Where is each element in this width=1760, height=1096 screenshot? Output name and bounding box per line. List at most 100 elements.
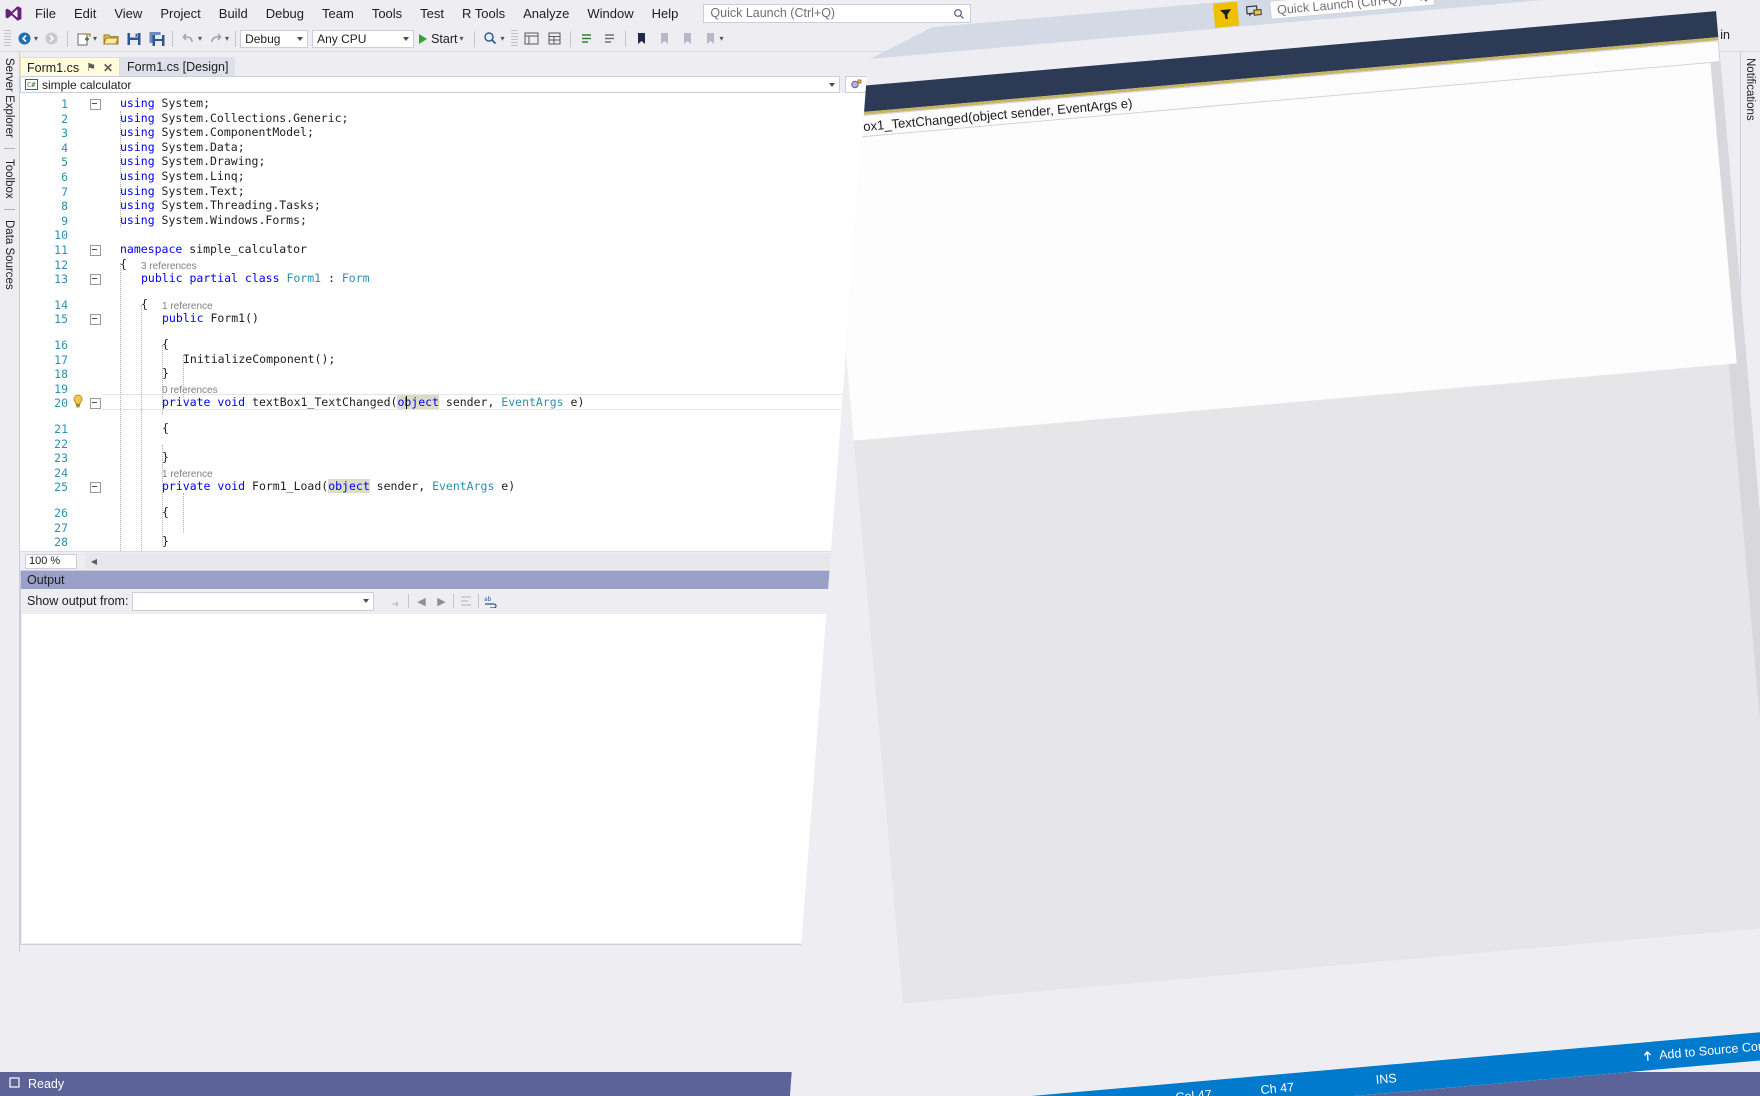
code-line[interactable]: using System;	[120, 97, 210, 110]
tab-form1-cs-design[interactable]: Form1.cs [Design]	[120, 57, 235, 77]
code-token: using	[120, 213, 155, 227]
outlining-collapse-toggle[interactable]	[90, 99, 101, 110]
code-line[interactable]: public partial class Form1 : Form	[141, 272, 370, 285]
pin-icon[interactable]: ⚑	[86, 61, 96, 74]
code-token: {	[120, 257, 127, 271]
navigate-forward-icon[interactable]	[41, 28, 62, 49]
menu-file[interactable]: File	[26, 3, 65, 24]
start-dropdown-icon[interactable]: ▾	[459, 34, 463, 43]
new-project-icon[interactable]	[73, 28, 94, 49]
menu-rtools[interactable]: R Tools	[453, 3, 514, 24]
uncomment-icon[interactable]	[599, 28, 620, 49]
show-output-from-combo[interactable]	[132, 592, 374, 611]
undo-dropdown-icon[interactable]: ▾	[198, 34, 202, 43]
toolbar-grip[interactable]	[511, 30, 518, 47]
menu-help[interactable]: Help	[643, 3, 688, 24]
open-file-icon[interactable]	[100, 28, 121, 49]
navigate-backward-icon[interactable]	[14, 28, 35, 49]
quick-actions-lightbulb-icon[interactable]	[72, 394, 84, 411]
code-line[interactable]: {	[120, 258, 127, 271]
code-line[interactable]: private void textBox1_TextChanged(object…	[162, 396, 584, 409]
properties-window-icon[interactable]	[544, 28, 565, 49]
line-number: 5	[32, 155, 68, 169]
outlining-collapse-toggle[interactable]	[90, 314, 101, 325]
redo-dropdown-icon[interactable]: ▾	[225, 34, 229, 43]
undo-icon[interactable]	[178, 28, 199, 49]
code-line[interactable]: using System.Text;	[120, 185, 245, 198]
go-to-previous-icon[interactable]: ◀	[413, 593, 429, 609]
close-icon[interactable]: ✕	[103, 61, 113, 75]
sidebar-tab-toolbox[interactable]: Toolbox	[0, 153, 18, 205]
line-number: 4	[32, 141, 68, 155]
code-line[interactable]: using System.Linq;	[120, 170, 245, 183]
code-line[interactable]: using System.Threading.Tasks;	[120, 199, 321, 212]
code-line[interactable]: private void Form1_Load(object sender, E…	[162, 480, 515, 493]
previous-bookmark-icon[interactable]	[654, 28, 675, 49]
toggle-word-wrap-icon[interactable]: ab	[483, 593, 499, 609]
code-line[interactable]: public Form1()	[162, 312, 259, 325]
code-line[interactable]: }	[162, 451, 169, 464]
menu-analyze[interactable]: Analyze	[514, 3, 578, 24]
bookmark-icon[interactable]	[631, 28, 652, 49]
solution-platform-combo[interactable]: Any CPU	[312, 30, 414, 48]
go-to-next-icon[interactable]: ▶	[433, 593, 449, 609]
menu-test[interactable]: Test	[411, 3, 453, 24]
code-line[interactable]: {	[162, 506, 169, 519]
code-line[interactable]: using System.ComponentModel;	[120, 126, 314, 139]
outlining-collapse-toggle[interactable]	[90, 398, 101, 409]
filter-icon[interactable]	[1213, 2, 1239, 28]
menu-view[interactable]: View	[105, 3, 151, 24]
code-line[interactable]: namespace simple_calculator	[120, 243, 307, 256]
menu-team[interactable]: Team	[313, 3, 363, 24]
line-number: 17	[32, 353, 68, 367]
code-line[interactable]: {	[162, 422, 169, 435]
code-line[interactable]: {	[162, 338, 169, 351]
next-bookmark-icon[interactable]	[677, 28, 698, 49]
menu-tools[interactable]: Tools	[363, 3, 411, 24]
code-line[interactable]: InitializeComponent();	[183, 353, 335, 366]
quick-launch-input[interactable]: Quick Launch (Ctrl+Q)	[703, 4, 971, 23]
toolbar-grip[interactable]	[4, 30, 11, 47]
code-token: Form1()	[204, 311, 259, 325]
comment-icon[interactable]	[576, 28, 597, 49]
code-line[interactable]: }	[162, 367, 169, 380]
clear-bookmarks-icon[interactable]	[700, 28, 721, 49]
code-line[interactable]: {	[141, 298, 148, 311]
code-line[interactable]: }	[162, 535, 169, 548]
sidebar-tab-data-sources[interactable]: Data Sources	[0, 214, 18, 296]
outlining-collapse-toggle[interactable]	[90, 274, 101, 285]
solution-explorer-icon[interactable]	[521, 28, 542, 49]
save-all-icon[interactable]	[146, 28, 167, 49]
solution-configuration-combo[interactable]: Debug	[240, 30, 308, 48]
code-line[interactable]: using System.Windows.Forms;	[120, 214, 307, 227]
auto-scroll-icon[interactable]	[388, 593, 404, 609]
clear-all-icon[interactable]	[458, 593, 474, 609]
menu-build[interactable]: Build	[210, 3, 257, 24]
new-project-dropdown-icon[interactable]: ▾	[93, 34, 97, 43]
menu-edit[interactable]: Edit	[65, 3, 105, 24]
find-dropdown-icon[interactable]: ▾	[500, 34, 504, 43]
upload-arrow-icon	[1641, 1049, 1655, 1063]
save-icon[interactable]	[123, 28, 144, 49]
zoom-level-combo[interactable]: 100 %	[25, 554, 77, 569]
scroll-left-icon[interactable]: ◀	[85, 553, 103, 569]
find-icon[interactable]	[480, 28, 501, 49]
navigate-backward-dropdown-icon[interactable]: ▾	[34, 34, 38, 43]
menu-debug[interactable]: Debug	[257, 3, 313, 24]
code-line[interactable]: using System.Collections.Generic;	[120, 112, 349, 125]
menu-window[interactable]: Window	[578, 3, 642, 24]
redo-icon[interactable]	[205, 28, 226, 49]
code-line[interactable]: using System.Drawing;	[120, 155, 265, 168]
feedback-icon[interactable]	[1245, 2, 1264, 24]
code-line[interactable]: using System.Data;	[120, 141, 245, 154]
outlining-collapse-toggle[interactable]	[90, 245, 101, 256]
toolbar-overflow-icon[interactable]: ▾	[720, 34, 724, 43]
code-token: private	[162, 395, 210, 409]
menu-project[interactable]: Project	[151, 3, 209, 24]
start-debug-button[interactable]: Start ▾	[414, 29, 470, 49]
line-number: 23	[32, 451, 68, 465]
project-type-combo[interactable]: C# simple calculator	[20, 76, 840, 93]
outlining-collapse-toggle[interactable]	[90, 482, 101, 493]
sidebar-tab-server-explorer[interactable]: Server Explorer	[0, 52, 18, 144]
tab-form1-cs[interactable]: Form1.cs ⚑ ✕	[20, 57, 120, 77]
